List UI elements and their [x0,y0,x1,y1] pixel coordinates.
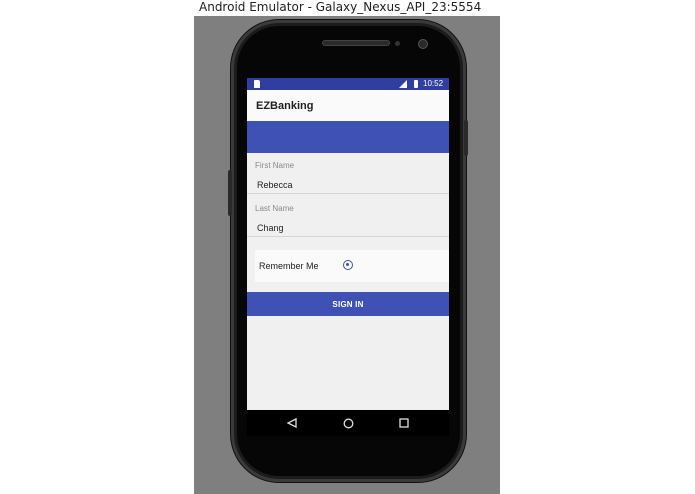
sd-card-icon [254,80,260,88]
remember-me-row[interactable]: Remember Me [255,250,449,282]
signal-icon [399,80,407,88]
recents-icon[interactable] [396,415,412,431]
home-icon[interactable] [340,415,356,431]
back-icon[interactable] [284,415,300,431]
remember-me-label: Remember Me [259,261,319,271]
navigation-bar [247,410,449,436]
battery-icon [414,80,418,88]
app-title: EZBanking [256,100,314,112]
proximity-sensor [395,41,400,46]
volume-button[interactable] [228,170,232,216]
header-banner [247,121,449,153]
last-name-field[interactable] [247,219,449,237]
remember-me-radio[interactable] [343,260,353,270]
last-name-label: Last Name [255,204,294,213]
status-bar: 10:52 [247,78,449,90]
sign-in-button[interactable]: SIGN IN [247,292,449,316]
first-name-label: First Name [255,161,295,170]
status-time: 10:52 [423,79,444,88]
device-screen: 10:52 EZBanking First Name Last Name Rem… [247,78,449,410]
first-name-field[interactable] [247,176,449,194]
app-bar: EZBanking [247,90,449,121]
window-title: Android Emulator - Galaxy_Nexus_API_23:5… [199,0,482,14]
front-camera-icon [418,39,428,49]
power-button[interactable] [464,120,468,156]
speaker-grille [322,40,390,46]
